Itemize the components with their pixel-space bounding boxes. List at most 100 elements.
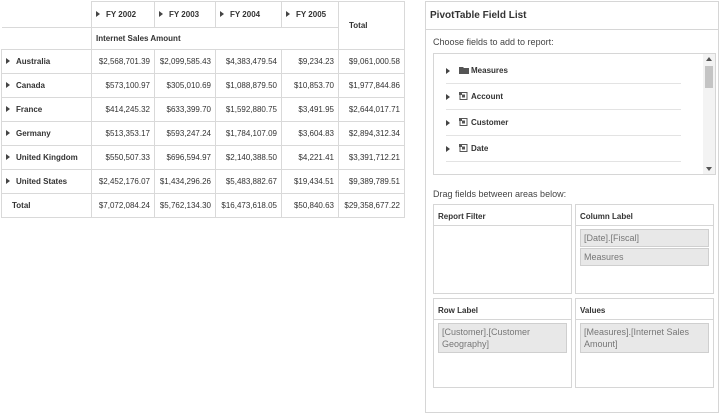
row-header-united-states[interactable]: United States	[1, 169, 92, 194]
folder-icon	[459, 67, 469, 74]
tree-item-label: Customer	[471, 118, 509, 127]
scroll-thumb[interactable]	[705, 66, 713, 88]
table-row: Australia $2,568,701.39 $2,099,585.43 $4…	[1, 49, 405, 74]
values-area[interactable]: Values [Measures].[Internet Sales Amount…	[575, 298, 714, 388]
total-cell: $9,061,000.58	[338, 49, 405, 74]
expand-icon[interactable]	[446, 68, 450, 74]
tree-item-label: Date	[471, 144, 489, 153]
table-row: United States $2,452,176.07 $1,434,296.2…	[1, 169, 405, 194]
scroll-down-icon[interactable]	[706, 167, 712, 171]
row-label-area[interactable]: Row Label [Customer].[Customer Geography…	[433, 298, 572, 388]
row-header-label: Canada	[16, 81, 45, 90]
expand-icon[interactable]	[6, 129, 10, 136]
column-header-fy2003[interactable]: FY 2003	[154, 1, 216, 28]
total-cell: $3,391,712.21	[338, 145, 405, 170]
total-row: Total $7,072,084.24 $5,762,134.30 $16,47…	[1, 193, 405, 218]
total-cell: $9,389,789.51	[338, 169, 405, 194]
value-cell: $10,853.70	[281, 73, 339, 98]
value-cell: $1,592,880.75	[215, 97, 282, 122]
value-field-button-internet-sales-amount[interactable]: [Measures].[Internet Sales Amount]	[580, 323, 709, 353]
grand-total-cell: $5,762,134.30	[154, 193, 216, 218]
choose-fields-label: Choose fields to add to report:	[433, 37, 554, 47]
grand-total-cell: $16,473,618.05	[215, 193, 282, 218]
value-cell: $2,099,585.43	[154, 49, 216, 74]
column-header-label: FY 2002	[106, 10, 137, 19]
expand-icon[interactable]	[6, 57, 10, 64]
value-cell: $3,491.95	[281, 97, 339, 122]
expand-icon[interactable]	[6, 177, 10, 184]
expand-icon[interactable]	[220, 10, 224, 17]
row-header-label: France	[16, 105, 43, 114]
tree-item-label: Account	[471, 92, 503, 101]
table-row: Germany $513,353.17 $593,247.24 $1,784,1…	[1, 121, 405, 146]
column-header-fy2002[interactable]: FY 2002	[91, 1, 155, 28]
value-cell: $2,568,701.39	[91, 49, 155, 74]
field-tree[interactable]: Measures Account Customer Date	[433, 53, 716, 175]
row-header-united-kingdom[interactable]: United Kingdom	[1, 145, 92, 170]
column-header-fy2004[interactable]: FY 2004	[215, 1, 282, 28]
report-filter-area[interactable]: Report Filter	[433, 204, 572, 294]
tree-item-customer[interactable]: Customer	[434, 110, 681, 136]
column-field-button-measures[interactable]: Measures	[580, 248, 709, 266]
dimension-icon	[459, 144, 468, 152]
scroll-up-icon[interactable]	[706, 57, 712, 61]
value-cell: $9,234.23	[281, 49, 339, 74]
area-title: Row Label	[434, 299, 571, 320]
row-header-label: United Kingdom	[16, 153, 78, 162]
table-row: Canada $573,100.97 $305,010.69 $1,088,87…	[1, 73, 405, 98]
value-cell: $19,434.51	[281, 169, 339, 194]
expand-icon[interactable]	[446, 94, 450, 100]
pivot-grid: FY 2002 FY 2003 FY 2004 FY 2005 Total In…	[1, 1, 405, 218]
column-header-row: FY 2002 FY 2003 FY 2004 FY 2005 Total	[1, 1, 405, 50]
value-cell: $3,604.83	[281, 121, 339, 146]
row-header-germany[interactable]: Germany	[1, 121, 92, 146]
tree-item-label: Measures	[471, 66, 508, 75]
expand-icon[interactable]	[159, 10, 163, 17]
tree-divider	[446, 161, 681, 162]
area-title: Column Label	[576, 205, 713, 226]
grand-total-label: Total	[1, 193, 92, 218]
area-title: Values	[576, 299, 713, 320]
expand-icon[interactable]	[446, 120, 450, 126]
column-header-label: FY 2005	[296, 10, 327, 19]
column-field-button-fiscal[interactable]: [Date].[Fiscal]	[580, 229, 709, 247]
expand-icon[interactable]	[286, 10, 290, 17]
column-header-label: Total	[349, 21, 368, 30]
row-header-france[interactable]: France	[1, 97, 92, 122]
value-cell: $2,140,388.50	[215, 145, 282, 170]
tree-item-account[interactable]: Account	[434, 84, 681, 110]
expand-icon[interactable]	[6, 105, 10, 112]
grand-total-cell: $29,358,677.22	[338, 193, 405, 218]
tree-item-date[interactable]: Date	[434, 136, 681, 162]
value-cell: $573,100.97	[91, 73, 155, 98]
value-cell: $1,784,107.09	[215, 121, 282, 146]
value-cell: $5,483,882.67	[215, 169, 282, 194]
expand-icon[interactable]	[446, 146, 450, 152]
table-row: United Kingdom $550,507.33 $696,594.97 $…	[1, 145, 405, 170]
tree-item-measures[interactable]: Measures	[434, 58, 681, 84]
total-cell: $2,644,017.71	[338, 97, 405, 122]
value-cell: $593,247.24	[154, 121, 216, 146]
value-cell: $2,452,176.07	[91, 169, 155, 194]
column-header-fy2005[interactable]: FY 2005	[281, 1, 339, 28]
row-header-canada[interactable]: Canada	[1, 73, 92, 98]
measure-header: Internet Sales Amount	[91, 27, 339, 50]
pivot-field-list: PivotTable Field List Choose fields to a…	[425, 1, 719, 413]
row-header-australia[interactable]: Australia	[1, 49, 92, 74]
title-divider	[426, 29, 718, 30]
value-cell: $305,010.69	[154, 73, 216, 98]
expand-icon[interactable]	[96, 10, 100, 17]
column-header-total: Total	[338, 1, 405, 50]
row-field-button-customer-geography[interactable]: [Customer].[Customer Geography]	[438, 323, 567, 353]
column-label-area[interactable]: Column Label [Date].[Fiscal] Measures	[575, 204, 714, 294]
expand-icon[interactable]	[6, 153, 10, 160]
value-cell: $696,594.97	[154, 145, 216, 170]
tree-scrollbar[interactable]	[703, 54, 715, 174]
corner-cell	[1, 27, 92, 50]
value-cell: $550,507.33	[91, 145, 155, 170]
column-header-label: FY 2004	[230, 10, 261, 19]
area-title: Report Filter	[434, 205, 571, 226]
value-cell: $4,221.41	[281, 145, 339, 170]
dimension-icon	[459, 118, 468, 126]
expand-icon[interactable]	[6, 81, 10, 88]
